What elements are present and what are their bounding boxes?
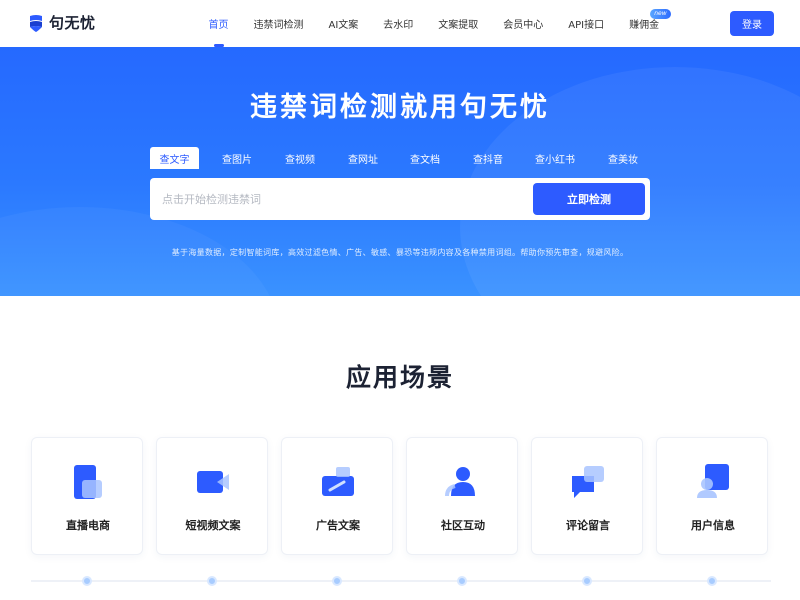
- comment-icon: [572, 466, 604, 498]
- timeline-dot: [457, 576, 467, 586]
- scenario-label: 广告文案: [316, 519, 360, 532]
- ad-icon: [322, 467, 354, 496]
- video-icon: [197, 471, 229, 493]
- scenario-label: 直播电商: [66, 519, 110, 532]
- timeline-dot: [707, 576, 717, 586]
- tab-makeup[interactable]: 查美妆: [596, 147, 650, 169]
- nav-item-label: AI文案: [328, 20, 359, 31]
- hero-description: 基于海量数据，定制智能词库，高效过滤色情、广告、敏感、暴恐等违规内容及各种禁用词…: [171, 248, 629, 257]
- nav-menu: 首页 违禁词检测 AI文案 去水印 文案提取 会员中心 API接口 赚佣金 ne…: [196, 0, 672, 47]
- nav-item-home[interactable]: 首页: [196, 0, 241, 47]
- tab-image[interactable]: 查图片: [210, 147, 264, 169]
- nav-item-label: 文案提取: [438, 20, 479, 31]
- detect-button[interactable]: 立即检测: [533, 183, 645, 215]
- nav-item-label: 违禁词检测: [253, 20, 304, 31]
- new-badge: new: [650, 9, 671, 19]
- timeline-dot: [332, 576, 342, 586]
- scenario-card-comments[interactable]: 评论留言: [531, 437, 643, 555]
- tab-url[interactable]: 查网址: [336, 147, 390, 169]
- nav-item-ai-copy[interactable]: AI文案: [316, 0, 371, 47]
- community-icon: [445, 467, 475, 497]
- brand-name: 句无忧: [49, 14, 96, 32]
- nav-item-detection[interactable]: 违禁词检测: [241, 0, 316, 47]
- user-info-icon: [697, 464, 729, 498]
- hero-title: 违禁词检测就用句无忧: [250, 92, 550, 123]
- nav-item-label: 首页: [208, 20, 229, 31]
- scenario-label: 社区互动: [441, 519, 485, 532]
- nav-item-label: 会员中心: [503, 20, 544, 31]
- tab-video[interactable]: 查视频: [273, 147, 327, 169]
- timeline-line: [31, 580, 771, 582]
- section-title: 应用场景: [345, 363, 454, 392]
- nav-item-label: API接口: [568, 20, 605, 31]
- timeline-dot: [582, 576, 592, 586]
- search-type-tabs: 查文字 查图片 查视频 查网址 查文档 查抖音 查小红书 查美妆: [150, 147, 650, 169]
- logo-icon: [30, 14, 42, 32]
- brand-logo[interactable]: 句无忧: [28, 12, 96, 33]
- nav-item-text-extract[interactable]: 文案提取: [426, 0, 491, 47]
- scenario-label: 用户信息: [691, 519, 735, 532]
- scenario-card-short-video[interactable]: 短视频文案: [156, 437, 268, 555]
- tab-document[interactable]: 查文档: [398, 147, 452, 169]
- tab-xiaohongshu[interactable]: 查小红书: [522, 147, 588, 169]
- nav-item-api[interactable]: API接口: [556, 0, 617, 47]
- scenario-card-live-ecommerce[interactable]: 直播电商: [31, 437, 143, 555]
- scenario-card-ad-copy[interactable]: 广告文案: [281, 437, 393, 555]
- tab-text[interactable]: 查文字: [150, 147, 199, 169]
- scenario-card-community[interactable]: 社区互动: [406, 437, 518, 555]
- hero-banner: 违禁词检测就用句无忧 查文字 查图片 查视频 查网址 查文档 查抖音 查小红书 …: [0, 47, 800, 296]
- nav-item-commission[interactable]: 赚佣金 new: [617, 0, 672, 47]
- nav-item-watermark[interactable]: 去水印: [371, 0, 426, 47]
- tab-douyin[interactable]: 查抖音: [461, 147, 515, 169]
- login-button[interactable]: 登录: [730, 11, 774, 36]
- nav-item-label: 去水印: [383, 20, 414, 31]
- scenario-card-user-info[interactable]: 用户信息: [656, 437, 768, 555]
- top-nav: 句无忧 首页 违禁词检测 AI文案 去水印 文案提取 会员中心 API接口 赚佣…: [0, 0, 800, 47]
- phone-icon: [74, 465, 102, 499]
- scenario-cards: 直播电商 短视频文案 广告文案 社区互动 评论留言 用户信息: [31, 437, 771, 555]
- scenario-label: 短视频文案: [185, 519, 241, 532]
- search-box: 立即检测: [150, 178, 650, 220]
- timeline-dot: [207, 576, 217, 586]
- scenario-label: 评论留言: [566, 519, 610, 532]
- nav-item-member[interactable]: 会员中心: [491, 0, 556, 47]
- search-input[interactable]: [162, 178, 522, 220]
- timeline-dot: [82, 576, 92, 586]
